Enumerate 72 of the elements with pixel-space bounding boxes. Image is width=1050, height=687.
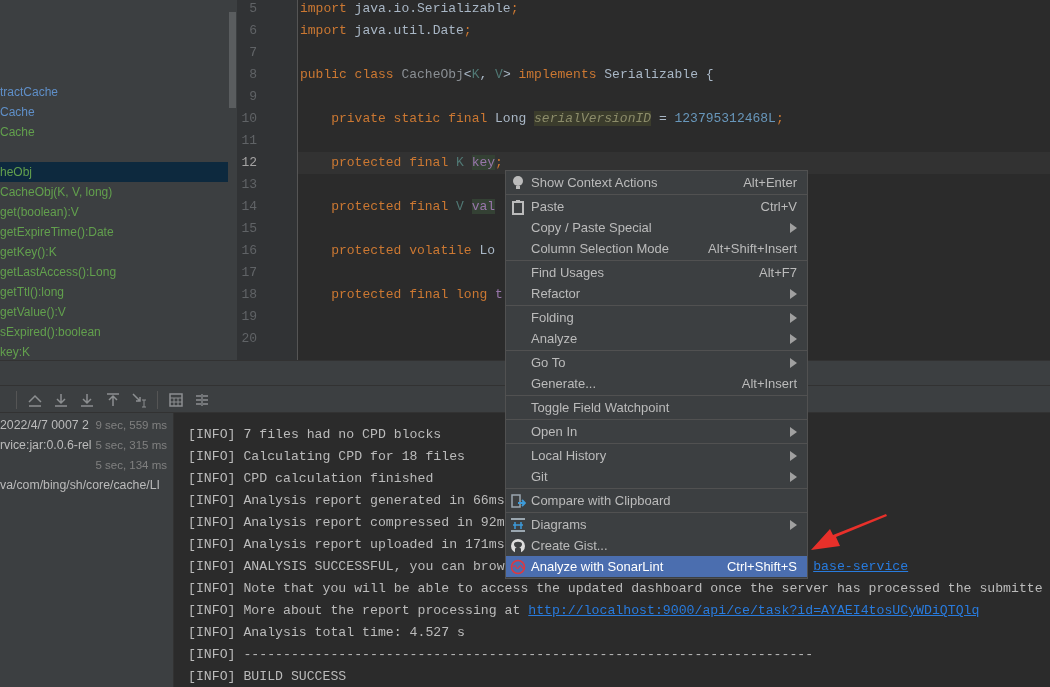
compare-icon [510, 492, 526, 509]
console-line: [INFO] CPD calculation finished [188, 470, 434, 488]
menu-item[interactable]: Column Selection Mode Alt+Shift+Insert [506, 238, 807, 259]
menu-item[interactable]: Toggle Field Watchpoint [506, 397, 807, 418]
wave-circle-icon [510, 558, 526, 575]
structure-item[interactable]: key:K [0, 342, 228, 360]
console-line: [INFO] ANALYSIS SUCCESSFUL, you can brow [188, 559, 505, 574]
menu-item[interactable]: Analyze with SonarLint Ctrl+Shift+S [506, 556, 807, 577]
duration-text: 5 sec, 134 ms [95, 458, 168, 473]
menu-item[interactable]: Compare with Clipboard [506, 490, 807, 511]
structure-item[interactable]: sExpired():boolean [0, 322, 228, 342]
upload-icon [105, 391, 121, 408]
diagram-icon [510, 516, 526, 533]
cursor-arrow-icon [131, 391, 147, 408]
link[interactable]: base-service [813, 559, 909, 574]
menu-item[interactable]: Go To [506, 352, 807, 373]
console-line: [INFO] Analysis report generated in 66ms [188, 492, 505, 510]
menu-item[interactable]: Show Context Actions Alt+Enter [506, 172, 807, 193]
code-line: import java.util.Date; [300, 22, 472, 40]
build-tree-item[interactable]: va/com/bing/sh/core/cache/LI [0, 475, 160, 495]
menu-item[interactable]: Find Usages Alt+F7 [506, 262, 807, 283]
console-line: [INFO] Note that you will be able to access the updated dashboard once the server has processed the submitte [188, 580, 1043, 598]
code-line: private static final Long serialVersionID = 123795312468L; [330, 110, 784, 128]
structure-item[interactable]: get(boolean):V [0, 202, 228, 222]
structure-item[interactable]: Cache [0, 122, 228, 142]
columns-icon [194, 391, 210, 408]
structure-item[interactable]: getKey():K [0, 242, 228, 262]
console-line: [INFO] BUILD SUCCESS [188, 668, 347, 686]
structure-item[interactable]: CacheObj(K, V, long) [0, 182, 228, 202]
clipboard-icon [510, 198, 526, 215]
console-line: [INFO] Analysis report compressed in 92m [188, 514, 505, 532]
console-line: [INFO] ------------------------------------------------------------------------ [188, 646, 814, 664]
menu-item[interactable]: Generate... Alt+Insert [506, 373, 807, 394]
code-line: import java.io.Serializable; [300, 0, 519, 18]
console-line: [INFO] Analysis total time: 4.527 s [188, 624, 465, 642]
structure-item[interactable]: getValue():V [0, 302, 228, 322]
menu-item[interactable]: Paste Ctrl+V [506, 196, 807, 217]
duration-text: 9 sec, 559 ms [95, 418, 168, 433]
menu-item[interactable]: Refactor [506, 283, 807, 304]
code-line: public class CacheObj<K, V> implements Serializable { [300, 66, 714, 84]
duration-text: 5 sec, 315 ms [95, 438, 168, 453]
structure-item[interactable]: Cache [0, 102, 228, 122]
menu-item[interactable]: Create Gist... [506, 535, 807, 556]
console-line: [INFO] More about the report processing at http://localhost:9000/api/ce/task?id=AYAEI4tosUCyWDiQTQlq [188, 602, 980, 620]
build-tree-item[interactable]: rvice:jar:0.0.6-rel [0, 435, 92, 455]
build-tree-item[interactable]: 2022/4/7 0007 2 [0, 415, 89, 435]
structure-item[interactable]: getLastAccess():Long [0, 262, 228, 282]
console-line: [INFO] Analysis report uploaded in 171ms [188, 536, 505, 554]
menu-item[interactable]: Local History [506, 445, 807, 466]
structure-item[interactable]: tractCache [0, 82, 228, 102]
code-line: protected final long t [330, 286, 503, 304]
structure-item[interactable]: heObj [0, 162, 228, 182]
scrollbar[interactable] [229, 12, 236, 108]
console-line: [INFO] Calculating CPD for 18 files [188, 448, 465, 466]
code-line: protected final V val [330, 198, 496, 216]
line-number: 12 [240, 154, 258, 172]
structure-item[interactable]: getExpireTime():Date [0, 222, 228, 242]
table-icon [168, 391, 184, 408]
code-line: protected final K key; [330, 154, 503, 172]
download-icon [53, 391, 69, 408]
code-line: protected volatile Lo [330, 242, 496, 260]
download-icon [79, 391, 95, 408]
structure-item[interactable]: getTtl():long [0, 282, 228, 302]
menu-item[interactable]: Copy / Paste Special [506, 217, 807, 238]
menu-item[interactable]: Analyze [506, 328, 807, 349]
lightbulb-icon [510, 174, 526, 191]
link[interactable]: http://localhost:9000/api/ce/task?id=AYAEI4tosUCyWDiQTQlq [528, 603, 980, 618]
menu-item[interactable]: Folding [506, 307, 807, 328]
console-line: [INFO] 7 files had no CPD blocks [188, 426, 442, 444]
menu-item[interactable]: Git [506, 466, 807, 487]
menu-item[interactable]: Diagrams [506, 514, 807, 535]
menu-item[interactable]: Open In [506, 421, 807, 442]
